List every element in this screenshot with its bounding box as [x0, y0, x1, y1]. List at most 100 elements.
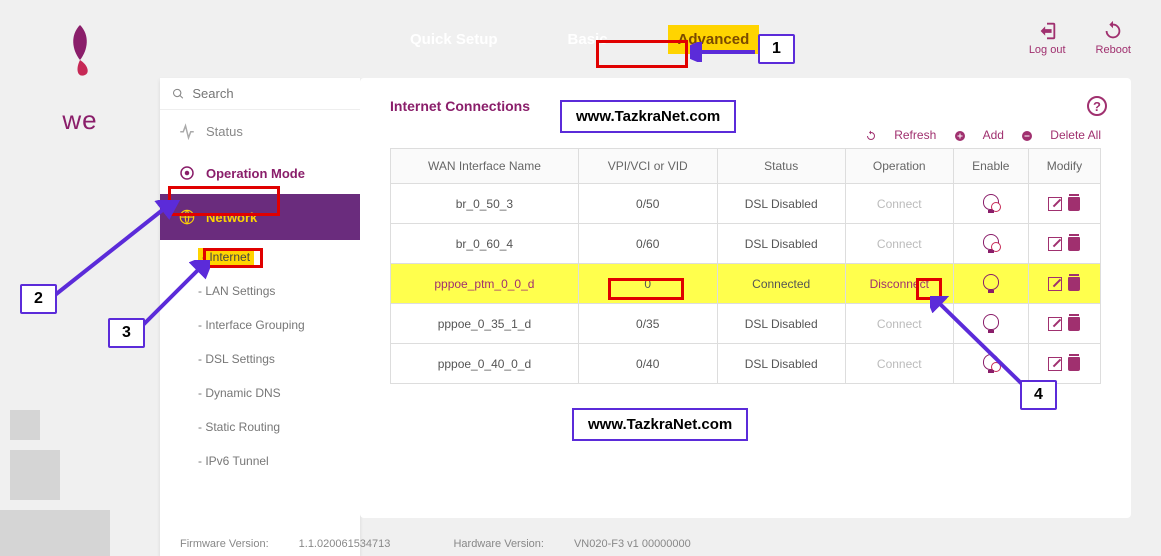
cell-operation[interactable]: Connect: [845, 184, 953, 224]
sidebar-item-label: Operation Mode: [206, 166, 305, 181]
trash-icon[interactable]: [1068, 357, 1080, 371]
sidebar-sub-ipv6-tunnel[interactable]: - IPv6 Tunnel: [160, 444, 360, 478]
brand-text: we: [0, 105, 160, 136]
callout-4: 4: [1020, 380, 1057, 410]
bulb-icon[interactable]: [983, 194, 999, 210]
sidebar-item-label: Status: [206, 124, 243, 139]
add-button[interactable]: Add: [954, 128, 1004, 142]
action-label: Add: [983, 128, 1004, 142]
reboot-icon: [1102, 20, 1124, 42]
sidebar-sub-label: - Interface Grouping: [198, 318, 305, 332]
hw-label: Hardware Version:: [453, 538, 544, 550]
sidebar-sub-dsl[interactable]: - DSL Settings: [160, 342, 360, 376]
refresh-button[interactable]: Refresh: [865, 128, 936, 142]
edit-icon[interactable]: [1048, 277, 1062, 291]
edit-icon[interactable]: [1048, 357, 1062, 371]
cell-vpi: 0/50: [578, 184, 717, 224]
trash-icon[interactable]: [1068, 277, 1080, 291]
sidebar-sub-static-routing[interactable]: - Static Routing: [160, 410, 360, 444]
cell-enable[interactable]: [953, 224, 1028, 264]
sidebar-item-operation-mode[interactable]: Operation Mode: [160, 152, 360, 194]
sidebar-sub-label: - Dynamic DNS: [198, 386, 281, 400]
watermark-bottom: www.TazkraNet.com: [572, 408, 748, 441]
callout-1: 1: [758, 34, 795, 64]
cell-vpi: 0/40: [578, 344, 717, 384]
logout-button[interactable]: Log out: [1029, 20, 1066, 56]
arrow-1: [690, 42, 760, 62]
panel-actions: Refresh Add Delete All: [390, 128, 1101, 142]
cell-modify: [1028, 344, 1100, 384]
edit-icon[interactable]: [1048, 317, 1062, 331]
cell-operation[interactable]: Connect: [845, 224, 953, 264]
cell-modify: [1028, 224, 1100, 264]
tab-basic[interactable]: Basic: [558, 25, 618, 54]
cell-name: br_0_50_3: [391, 184, 579, 224]
cell-vpi: 0/35: [578, 304, 717, 344]
sidebar-item-label: Network: [206, 210, 257, 225]
sidebar-item-network[interactable]: Network: [160, 194, 360, 240]
edit-icon[interactable]: [1048, 197, 1062, 211]
hw-value: VN020-F3 v1 00000000: [574, 538, 691, 550]
callout-2: 2: [20, 284, 57, 314]
minus-icon: [1021, 130, 1033, 142]
cell-modify: [1028, 264, 1100, 304]
cell-status: DSL Disabled: [717, 304, 845, 344]
col-status: Status: [717, 149, 845, 184]
cell-enable[interactable]: [953, 184, 1028, 224]
action-label: Delete All: [1050, 128, 1101, 142]
reboot-label: Reboot: [1096, 44, 1131, 56]
cell-name: pppoe_0_40_0_d: [391, 344, 579, 384]
trash-icon[interactable]: [1068, 237, 1080, 251]
bulb-icon[interactable]: [983, 234, 999, 250]
tab-quick-setup[interactable]: Quick Setup: [400, 25, 508, 54]
search-icon: [172, 87, 184, 101]
search-box[interactable]: [160, 78, 360, 110]
arrow-3: [135, 260, 210, 335]
edit-icon[interactable]: [1048, 237, 1062, 251]
cell-modify: [1028, 304, 1100, 344]
watermark-top: www.TazkraNet.com: [560, 100, 736, 133]
col-enable: Enable: [953, 149, 1028, 184]
search-input[interactable]: [192, 86, 348, 101]
logout-label: Log out: [1029, 44, 1066, 56]
bulb-icon[interactable]: [983, 274, 999, 290]
delete-all-button[interactable]: Delete All: [1021, 128, 1101, 142]
trash-icon[interactable]: [1068, 317, 1080, 331]
cell-name: pppoe_ptm_0_0_d: [391, 264, 579, 304]
trash-icon[interactable]: [1068, 197, 1080, 211]
arrow-4: [930, 296, 1030, 391]
sidebar-item-status[interactable]: Status: [160, 110, 360, 152]
logout-icon: [1036, 20, 1058, 42]
refresh-icon: [865, 130, 877, 142]
reboot-button[interactable]: Reboot: [1096, 20, 1131, 56]
table-row: br_0_50_30/50DSL DisabledConnect: [391, 184, 1101, 224]
panel-title: Internet Connections: [390, 98, 1101, 114]
fw-value: 1.1.020061534713: [299, 538, 391, 550]
fw-label: Firmware Version:: [180, 538, 269, 550]
sidebar-sub-label: - DSL Settings: [198, 352, 275, 366]
col-modify: Modify: [1028, 149, 1100, 184]
sidebar-sub-ddns[interactable]: - Dynamic DNS: [160, 376, 360, 410]
cell-name: br_0_60_4: [391, 224, 579, 264]
cell-status: Connected: [717, 264, 845, 304]
plus-icon: [954, 130, 966, 142]
cell-status: DSL Disabled: [717, 184, 845, 224]
col-vpi: VPI/VCI or VID: [578, 149, 717, 184]
cell-vpi: 0/60: [578, 224, 717, 264]
globe-icon: [178, 208, 196, 226]
sidebar-sub-label: - Static Routing: [198, 420, 280, 434]
table-row: br_0_60_40/60DSL DisabledConnect: [391, 224, 1101, 264]
cell-vpi: 0: [578, 264, 717, 304]
cell-modify: [1028, 184, 1100, 224]
target-icon: [178, 164, 196, 182]
action-label: Refresh: [894, 128, 936, 142]
status-icon: [178, 122, 196, 140]
help-icon[interactable]: ?: [1087, 96, 1107, 116]
col-name: WAN Interface Name: [391, 149, 579, 184]
sidebar-sub-label: - IPv6 Tunnel: [198, 454, 269, 468]
footer: Firmware Version: 1.1.020061534713 Hardwa…: [180, 538, 751, 550]
cell-status: DSL Disabled: [717, 344, 845, 384]
col-operation: Operation: [845, 149, 953, 184]
callout-3: 3: [108, 318, 145, 348]
cell-status: DSL Disabled: [717, 224, 845, 264]
